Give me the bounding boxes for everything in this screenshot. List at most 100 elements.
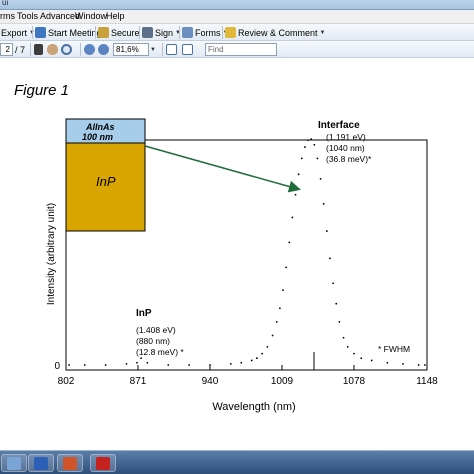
- data-point: [285, 266, 288, 269]
- y-tick-label: 0: [54, 361, 60, 372]
- chevron-down-icon: ▼: [319, 29, 326, 36]
- page-total: / 7: [15, 44, 26, 55]
- alinas-label: AlInAs: [85, 122, 115, 132]
- data-point: [136, 361, 138, 364]
- menu-window[interactable]: Window: [75, 11, 107, 21]
- menu-help[interactable]: Help: [106, 11, 125, 21]
- cursor-icon: [34, 44, 43, 55]
- data-point: [313, 143, 316, 146]
- zoom-in-icon: [98, 44, 109, 55]
- x-tick-label: 1009: [271, 376, 294, 387]
- sign-button[interactable]: Sign ▼: [142, 26, 181, 39]
- data-point: [278, 307, 281, 310]
- zoom-in-button[interactable]: [98, 43, 109, 56]
- window-title-bar: ui: [0, 0, 474, 10]
- x-tick-label: 802: [58, 376, 75, 387]
- data-point: [140, 357, 143, 360]
- find-field[interactable]: Find: [205, 43, 277, 56]
- menu-bar: rms Tools Advanced Window Help: [0, 10, 474, 24]
- inp-label: InP: [136, 308, 152, 319]
- pen-icon: [142, 27, 153, 38]
- data-point: [316, 157, 319, 160]
- data-point: [307, 139, 309, 142]
- data-point: [370, 359, 373, 362]
- data-point: [424, 364, 426, 366]
- zoom-out-button[interactable]: [84, 43, 95, 56]
- data-point: [353, 352, 355, 355]
- taskbar-powerpoint-button[interactable]: [57, 454, 83, 472]
- data-point: [325, 230, 328, 232]
- zoom-tool-button[interactable]: [61, 43, 72, 56]
- taskbar: [0, 450, 474, 474]
- data-point: [297, 173, 300, 176]
- secure-label: Secure: [111, 27, 140, 38]
- toolbar-divider: [139, 26, 140, 39]
- chevron-down-icon: ▼: [150, 46, 156, 53]
- hand-tool-button[interactable]: [47, 43, 58, 56]
- sign-label: Sign: [155, 27, 174, 38]
- data-point: [104, 364, 107, 366]
- layer-structure-inset: AlInAs 100 nm InP: [65, 118, 146, 232]
- x-tick-group: 802 871 940 1009 1078 1148: [58, 365, 438, 387]
- zoom-dropdown[interactable]: ▼: [150, 43, 156, 56]
- data-point: [240, 361, 243, 364]
- select-tool-button[interactable]: [34, 43, 43, 56]
- x-tick-label: 940: [202, 376, 219, 387]
- taskbar-word-button[interactable]: [28, 454, 54, 472]
- x-axis-label: Wavelength (nm): [212, 401, 295, 413]
- toolbar-divider: [222, 26, 223, 39]
- figure-chart: 802 871 940 1009 1078 1148 0 Wavelength (nm) …: [46, 118, 438, 413]
- data-point: [294, 193, 297, 196]
- review-comment-button[interactable]: Review & Comment ▼: [225, 26, 325, 39]
- zoom-out-icon: [84, 44, 95, 55]
- x-tick-label: 871: [130, 376, 147, 387]
- interface-fwhm: (36.8 meV)*: [326, 154, 372, 164]
- inp-substrate-label: InP: [96, 174, 116, 189]
- data-point: [209, 364, 211, 366]
- screen: ui rms Tools Advanced Window Help Export…: [0, 0, 474, 474]
- fit-width-button[interactable]: [182, 43, 193, 56]
- data-point: [335, 302, 338, 305]
- inp-energy: (1.408 eV): [136, 325, 176, 335]
- data-point: [83, 364, 86, 366]
- taskbar-pdf-button[interactable]: [90, 454, 116, 472]
- data-point: [304, 146, 306, 148]
- data-point: [271, 334, 274, 337]
- app-icon: [7, 456, 21, 470]
- export-button[interactable]: Export▼: [1, 26, 35, 39]
- secure-button[interactable]: Secure▼: [98, 26, 147, 39]
- taskbar-app-button[interactable]: [1, 454, 27, 472]
- data-point: [310, 138, 313, 141]
- data-point: [402, 362, 404, 365]
- lock-icon: [98, 27, 109, 38]
- fit-page-button[interactable]: [166, 43, 177, 56]
- toolbar-divider: [162, 43, 163, 56]
- data-point: [266, 345, 269, 348]
- data-point: [329, 257, 331, 260]
- data-point: [291, 216, 294, 219]
- interface-wavelength: (1040 nm): [326, 143, 365, 153]
- y-axis-label: Intensity (arbitrary unit): [46, 203, 57, 305]
- data-point: [346, 345, 349, 348]
- meeting-icon: [35, 27, 46, 38]
- interface-label: Interface: [318, 120, 360, 131]
- chevron-down-icon: ▼: [175, 29, 181, 36]
- menu-forms[interactable]: rms: [0, 11, 15, 21]
- forms-label: Forms: [195, 27, 221, 38]
- export-label: Export: [1, 27, 28, 38]
- data-point: [256, 357, 258, 360]
- review-comment-label: Review & Comment: [238, 27, 318, 38]
- toolbar-divider: [95, 26, 96, 39]
- page-number-input[interactable]: 2: [0, 43, 13, 56]
- window-title: ui: [2, 0, 9, 7]
- powerpoint-icon: [63, 456, 77, 470]
- toolbar-divider: [179, 26, 180, 39]
- menu-tools[interactable]: Tools: [17, 11, 38, 21]
- data-point: [332, 282, 334, 285]
- zoom-level-field[interactable]: 81,6%: [113, 43, 149, 56]
- data-point: [275, 320, 278, 323]
- start-meeting-label: Start Meeting: [48, 27, 102, 38]
- y-tick-group: 0: [54, 361, 60, 372]
- fit-width-icon: [182, 44, 193, 55]
- interface-energy: (1.191 eV): [326, 132, 366, 142]
